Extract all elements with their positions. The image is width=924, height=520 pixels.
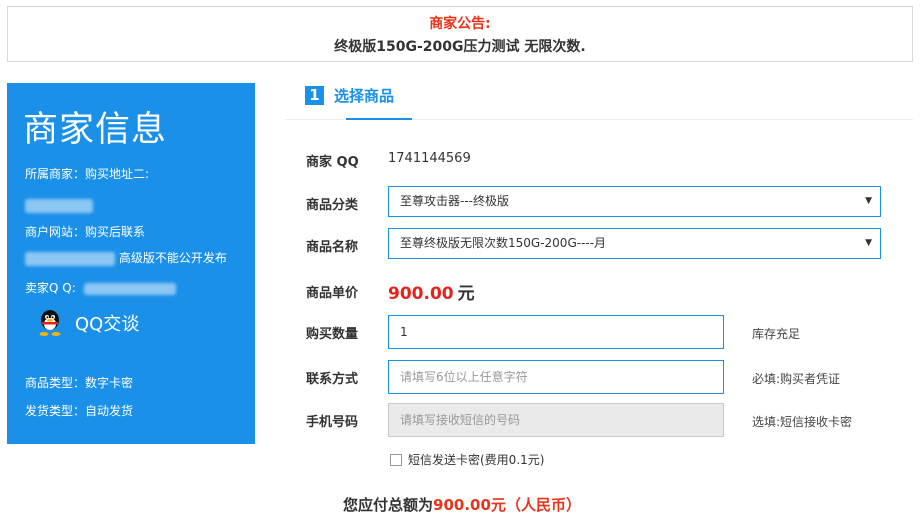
merchant-label: 所属商家：购买地址二: xyxy=(25,167,150,181)
total-prefix: 您应付总额为 xyxy=(343,496,434,514)
contact-label: 联系方式 xyxy=(306,372,359,387)
phone-label: 手机号码 xyxy=(306,415,359,430)
unit-price-value: 900.00 xyxy=(388,284,454,304)
sms-checkbox[interactable] xyxy=(390,453,402,466)
product-type: 商品类型：数字卡密 xyxy=(25,376,134,390)
section-underline xyxy=(346,118,412,120)
merchant-info-panel: 商家信息 所属商家：购买地址二: 商户网站：购买后联系 高级版不能公开发布 卖家… xyxy=(7,83,255,444)
phone-note: 选填:短信接收卡密 xyxy=(752,415,853,429)
website-row: 高级版不能公开发布 xyxy=(25,249,227,266)
quantity-label: 购买数量 xyxy=(306,327,359,342)
total-currency: （人民币） xyxy=(505,496,581,514)
section-title: 选择商品 xyxy=(334,87,395,105)
product-name-selected: 至尊终极版无限次数150G-200G----月 xyxy=(400,236,607,250)
merchant-qq-label: 商家 QQ xyxy=(306,155,359,170)
notice-title: 商家公告: xyxy=(429,16,491,32)
step-number: 1 xyxy=(305,86,324,105)
notice-text: 终极版150G-200G压力测试 无限次数. xyxy=(334,39,586,55)
unit-price-label: 商品单价 xyxy=(306,286,359,301)
website-label: 商户网站：购买后联系 xyxy=(25,225,146,239)
total-amount-value: 900.00元 xyxy=(433,496,506,514)
chevron-down-icon: ▼ xyxy=(865,238,872,248)
unit-price: 900.00 元 xyxy=(388,279,475,304)
chevron-down-icon: ▼ xyxy=(865,196,872,206)
seller-qq-row: 卖家Q Q: xyxy=(25,279,176,296)
merchant-name-redacted xyxy=(25,198,93,213)
unit-price-unit: 元 xyxy=(457,284,475,304)
category-selected: 至尊攻击器---终极版 xyxy=(400,194,509,208)
category-select[interactable]: 至尊攻击器---终极版 ▼ xyxy=(388,186,881,217)
sms-option[interactable]: 短信发送卡密(费用0.1元) xyxy=(390,451,544,468)
sms-option-label: 短信发送卡密(费用0.1元) xyxy=(408,453,545,467)
qq-chat-label: QQ交谈 xyxy=(75,314,140,335)
phone-input[interactable]: 请填写接收短信的号码 xyxy=(388,403,724,437)
category-label: 商品分类 xyxy=(306,198,359,213)
qq-penguin-icon xyxy=(39,310,61,336)
stock-note: 库存充足 xyxy=(752,327,801,341)
total-amount: 您应付总额为900.00元（人民币） xyxy=(0,494,924,515)
seller-qq-label: 卖家Q Q: xyxy=(25,281,76,295)
quantity-input[interactable]: 1 xyxy=(388,315,724,349)
notice-box: 商家公告: 终极版150G-200G压力测试 无限次数. xyxy=(7,6,913,62)
contact-input[interactable]: 请填写6位以上任意字符 xyxy=(388,360,724,394)
delivery-type: 发货类型：自动发货 xyxy=(25,404,134,418)
website-note: 高级版不能公开发布 xyxy=(118,251,227,265)
contact-note: 必填:购买者凭证 xyxy=(752,372,841,386)
section-header: 1 选择商品 xyxy=(305,85,394,106)
qq-chat-button[interactable]: QQ交谈 xyxy=(37,309,139,337)
product-name-label: 商品名称 xyxy=(306,240,359,255)
product-name-select[interactable]: 至尊终极版无限次数150G-200G----月 ▼ xyxy=(388,228,881,259)
panel-title: 商家信息 xyxy=(23,110,168,150)
merchant-qq-value: 1741144569 xyxy=(388,151,471,166)
